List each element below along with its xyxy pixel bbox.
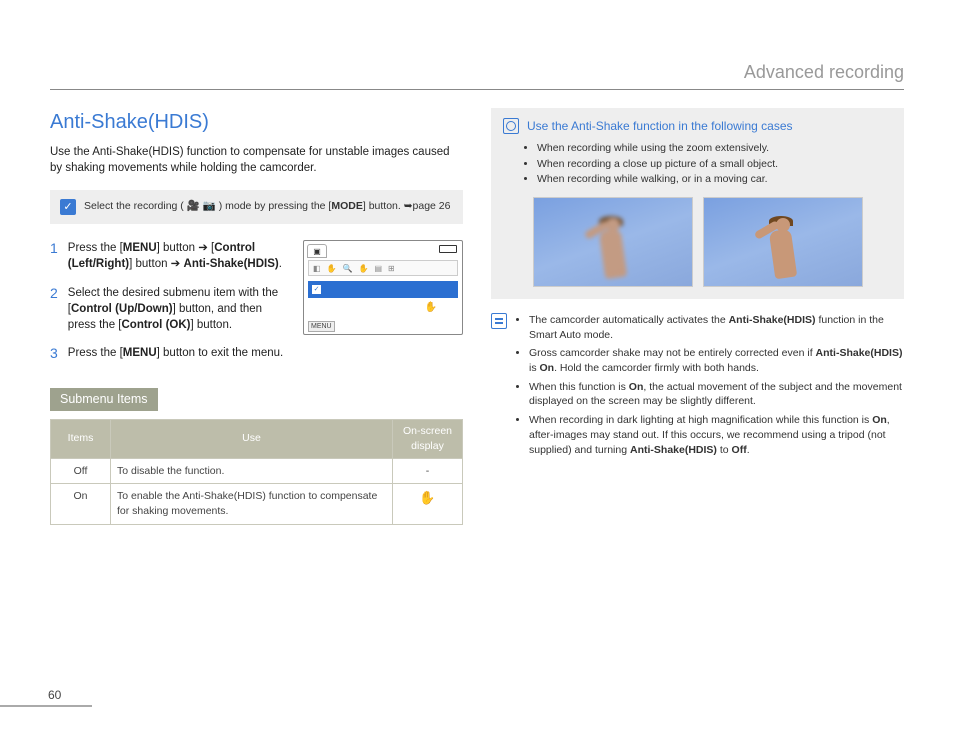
lcd-tab-icon: ▣: [307, 244, 327, 258]
example-photo-stable: [703, 197, 863, 287]
submenu-table: Items Use On-screen display Off To disab…: [50, 419, 463, 524]
example-photo-shaky: [533, 197, 693, 287]
step-1: 1 Press the [MENU] button ➔ [Control (Le…: [50, 240, 293, 272]
table-row: Off To disable the function. -: [51, 458, 463, 484]
list-item: When recording while walking, or in a mo…: [537, 172, 892, 187]
lcd-toolbar: ◧✋🔍✋▤⊞: [308, 260, 458, 276]
list-item: When this function is On, the actual mov…: [529, 380, 904, 409]
video-icon: 🎥: [187, 200, 200, 212]
notes-block: The camcorder automatically activates th…: [491, 313, 904, 461]
list-item: When recording while using the zoom exte…: [537, 141, 892, 156]
th-display: On-screen display: [393, 420, 463, 458]
table-row: On To enable the Anti-Shake(HDIS) functi…: [51, 484, 463, 524]
magnifier-icon: [503, 118, 519, 134]
th-items: Items: [51, 420, 111, 458]
list-item: When recording in dark lighting at high …: [529, 413, 904, 457]
page-header-title: Advanced recording: [50, 60, 904, 85]
usecase-title: Use the Anti-Shake function in the follo…: [527, 118, 793, 135]
note-icon: [491, 313, 507, 329]
lcd-screenshot: ▣ ◧✋🔍✋▤⊞ ✓ ✋ MENU: [303, 240, 463, 335]
usecase-box: Use the Anti-Shake function in the follo…: [491, 108, 904, 299]
list-item: Gross camcorder shake may not be entirel…: [529, 346, 904, 375]
intro-text: Use the Anti-Shake(HDIS) function to com…: [50, 144, 463, 176]
lcd-selected-row: ✓: [308, 281, 458, 298]
check-icon: ✓: [60, 199, 76, 215]
th-use: Use: [111, 420, 393, 458]
step-3: 3 Press the [MENU] button to exit the me…: [50, 345, 293, 362]
mode-note-box: ✓ Select the recording ( 🎥 📷 ) mode by p…: [50, 190, 463, 224]
section-title: Anti-Shake(HDIS): [50, 108, 463, 136]
step-text: Select the desired submenu item with the…: [68, 285, 293, 333]
step-text: Press the [MENU] button to exit the menu…: [68, 345, 283, 362]
list-item: When recording a close up picture of a s…: [537, 157, 892, 172]
step-number: 2: [50, 285, 58, 333]
submenu-heading: Submenu Items: [50, 388, 158, 412]
hand-icon: ✋: [419, 490, 435, 505]
page-number: 60: [48, 687, 61, 704]
header-rule: [50, 89, 904, 90]
battery-icon: [439, 245, 457, 253]
usecase-list: When recording while using the zoom exte…: [537, 141, 892, 187]
lcd-menu-label: MENU: [308, 321, 335, 333]
step-number: 3: [50, 345, 58, 362]
step-number: 1: [50, 240, 58, 272]
step-2: 2 Select the desired submenu item with t…: [50, 285, 293, 333]
mode-note-text: Select the recording ( 🎥 📷 ) mode by pre…: [84, 199, 450, 214]
hand-icon: ✋: [425, 301, 437, 315]
step-text: Press the [MENU] button ➔ [Control (Left…: [68, 240, 293, 272]
camera-icon: 📷: [203, 200, 216, 212]
list-item: The camcorder automatically activates th…: [529, 313, 904, 342]
